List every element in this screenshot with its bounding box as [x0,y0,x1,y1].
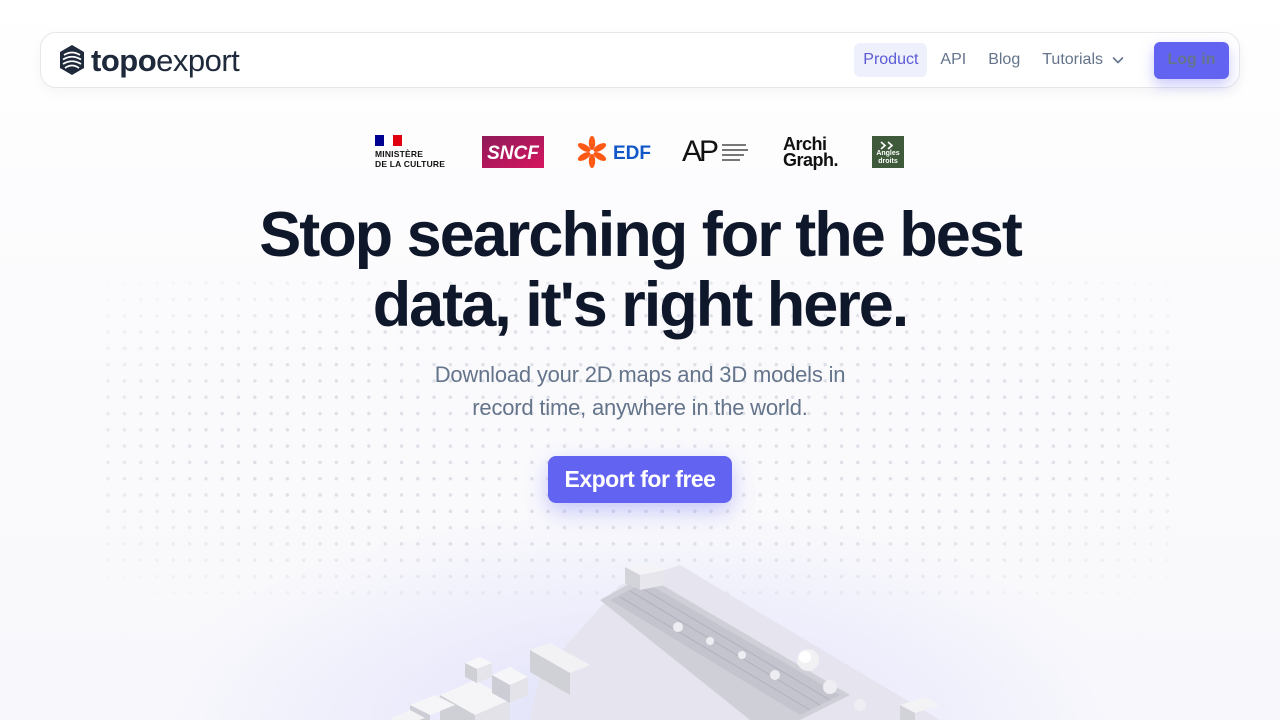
nav-item-product[interactable]: Product [854,43,928,77]
login-button[interactable]: Log in [1154,41,1229,79]
hero-title: Stop searching for the best data, it's r… [0,200,1280,340]
nav-item-blog[interactable]: Blog [979,43,1029,77]
partner-logo-sncf: SNCF [482,130,544,174]
nav-item-api[interactable]: API [931,43,975,77]
partner-angles-line1: Angles [876,150,900,157]
svg-text:EDF: EDF [613,143,651,164]
angles-arrows-icon [880,141,894,150]
partner-logo-ministere: MINISTÈRE DE LA CULTURE [375,130,455,174]
brand-name: topoexport [91,42,240,78]
chevron-down-icon [1112,57,1124,64]
sncf-logo-icon: SNCF [482,136,544,168]
export-for-free-button[interactable]: Export for free [548,456,732,503]
partner-ministere-line2: DE LA CULTURE [375,159,446,169]
hero-subtitle: Download your 2D maps and 3D models in r… [0,358,1280,424]
partner-logo-ap: AP [682,130,752,174]
svg-text:AP: AP [682,135,718,168]
hero-subtitle-line2: record time, anywhere in the world. [472,395,808,420]
ap-logo-icon: AP [682,135,748,168]
partner-logos: MINISTÈRE DE LA CULTURE SNCF EDF AP Arch… [0,130,1280,174]
nav-menu: Product API Blog Tutorials Log in [854,41,1229,79]
hero-title-line2: data, it's right here. [372,270,910,340]
partner-archigraph-line2: Graph. [783,150,839,170]
brand-logo-link[interactable]: topoexport [59,42,240,78]
topoexport-logo-icon [60,45,84,75]
partner-ministere-line1: MINISTÈRE [375,149,424,159]
hero-subtitle-line1: Download your 2D maps and 3D models in [434,362,846,387]
partner-logo-edf: EDF [575,130,653,174]
nav-item-tutorials[interactable]: Tutorials [1033,43,1134,77]
partner-logo-angles-droits: Angles droits [872,130,904,174]
svg-text:SNCF: SNCF [487,143,540,164]
french-flag-icon [375,135,402,146]
3d-city-model-image [390,563,940,720]
partner-angles-line2: droits [878,158,898,165]
navbar: topoexport Product API Blog Tutorials Lo… [40,32,1240,88]
partner-logo-archigraph: Archi Graph. [783,130,839,174]
hero-title-line1: Stop searching for the best [259,200,1023,270]
edf-logo-icon: EDF [577,136,651,168]
